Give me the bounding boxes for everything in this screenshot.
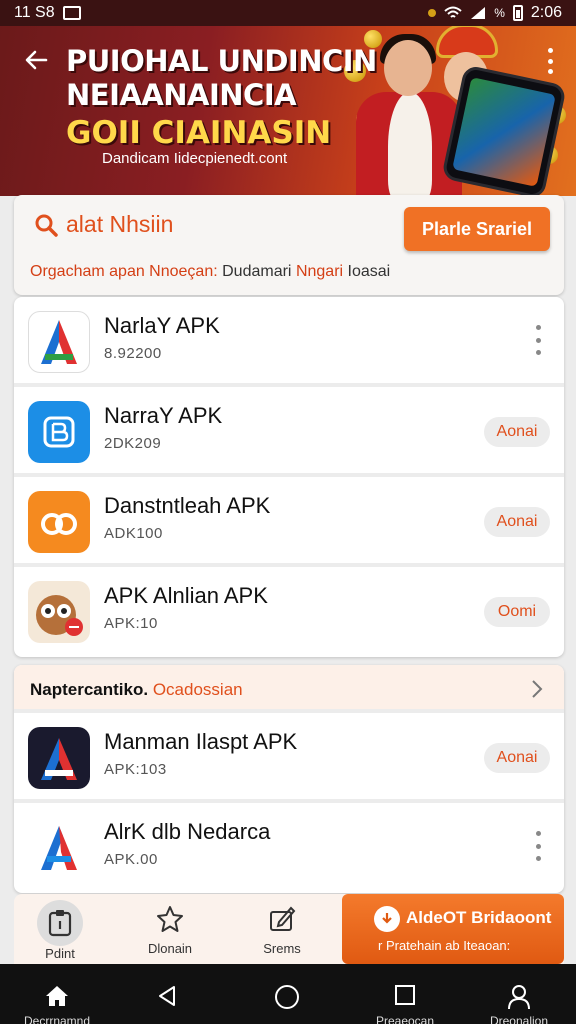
home-icon [46, 986, 68, 1006]
bottom-action-bar: Pdint Dlonain Srems AldeOT Bridaoont r P… [14, 894, 564, 964]
tab-label: Srems [263, 941, 301, 956]
nav-back[interactable] [112, 964, 222, 1024]
section-title-part1: Naptercantiko. [30, 680, 149, 699]
recommended-section: Naptercantiko. Ocadossian Manman Ilaspt … [14, 665, 564, 893]
letter-a-icon [28, 311, 90, 373]
banner-title-line2: NEIAANAINCIA [66, 78, 297, 112]
nav-profile[interactable]: Dreonalion [464, 964, 574, 1024]
smartphone-image [441, 64, 567, 196]
wifi-icon [444, 6, 462, 18]
app-meta: APK:103 [104, 761, 167, 778]
back-arrow-icon[interactable] [22, 46, 50, 74]
system-nav-bar: Decrrnamnd Preaeocan Dreonalion [0, 964, 576, 1024]
banner-title: PUIOHAL UNDINCIN NEIAANAINCIA GOII CIAIN… [66, 44, 377, 150]
app-meta: ADK100 [104, 525, 163, 542]
signal-icon [471, 7, 486, 19]
tab-dlonain[interactable]: Dlonain [130, 900, 210, 960]
notification-icon [428, 9, 437, 17]
kebab-menu-icon[interactable] [534, 325, 542, 355]
primary-cta-button[interactable]: AldeOT Bridaoont r Pratehain ab Iteaoan: [342, 894, 564, 964]
app-meta: 8.92200 [104, 345, 162, 362]
search-button[interactable]: Plarle Srariel [404, 207, 550, 251]
nav-recents-label: Preaeocan [375, 1014, 435, 1024]
recents-square-icon [395, 985, 415, 1005]
clipboard-icon [37, 900, 83, 946]
nav-profile-label: Dreonalion [489, 1014, 549, 1024]
chevron-right-icon[interactable] [530, 679, 544, 705]
search-card: alat Nhsiin Plarle Srariel Orgacham apan… [14, 195, 564, 295]
app-meta: 2DK209 [104, 435, 162, 452]
more-options-icon[interactable] [546, 48, 554, 74]
square-b-icon [28, 401, 90, 463]
app-name: Manman Ilaspt APK [104, 729, 298, 754]
list-item[interactable]: AlrK dlb Nedarca APK.00 [14, 803, 564, 893]
cta-title: AldeOT Bridaoont [406, 908, 552, 927]
star-icon [157, 906, 183, 932]
gallery-icon [62, 6, 81, 20]
search-hint: Orgacham apan Nnoeçan: Dudamari Nngari I… [30, 263, 390, 281]
app-name: NarraY APK [104, 403, 223, 428]
banner-title-line3: GOII CIAINASIN [66, 115, 332, 151]
banner-url: Dandicam Iidecpienedt.cont [102, 150, 288, 167]
list-item[interactable]: Danstntleah APK ADK100 Aonai [14, 477, 564, 567]
tab-srems[interactable]: Srems [242, 900, 322, 960]
circle-home-icon [275, 985, 299, 1009]
app-meta: APK:10 [104, 615, 158, 632]
nav-home[interactable]: Decrrnamnd [2, 964, 112, 1024]
app-name: NarlaY APK [104, 313, 220, 338]
list-item[interactable]: NarlaY APK 8.92200 [14, 297, 564, 387]
status-left-text: 11 S8 [14, 4, 55, 21]
status-time: 2:06 [530, 4, 562, 21]
list-item[interactable]: APK Alnlian APK APK:10 Oomi [14, 567, 564, 657]
hint-part2: Dudamari [222, 263, 292, 280]
app-action-button[interactable]: Oomi [484, 597, 550, 627]
battery-percent: % [494, 6, 505, 20]
section-title-part2: Ocadossian [152, 680, 243, 699]
banner-title-line1: PUIOHAL UNDINCIN [66, 44, 377, 78]
section-header[interactable]: Naptercantiko. Ocadossian [14, 665, 564, 713]
nav-home-label: Decrrnamnd [23, 1014, 91, 1024]
edit-icon [270, 906, 296, 931]
app-action-button[interactable]: Aonai [484, 417, 550, 447]
list-item[interactable]: Manman Ilaspt APK APK:103 Aonai [14, 713, 564, 803]
back-triangle-icon [159, 986, 175, 1006]
tab-pdint[interactable]: Pdint [20, 900, 100, 961]
tab-label: Dlonain [147, 941, 193, 956]
cta-subtitle: r Pratehain ab Iteaoan: [378, 938, 511, 953]
nav-home-circle[interactable] [232, 964, 342, 1024]
app-name: AlrK dlb Nedarca [104, 819, 271, 844]
battery-icon [512, 5, 523, 21]
dark-a-icon [28, 727, 90, 789]
orange-logo-icon [28, 491, 90, 553]
app-action-button[interactable]: Aonai [484, 507, 550, 537]
section-title: Naptercantiko. Ocadossian [30, 680, 243, 700]
hint-part3: Nngari [295, 263, 344, 280]
owl-icon [28, 581, 90, 643]
tab-label: Pdint [45, 946, 75, 961]
search-label[interactable]: alat Nhsiin [66, 211, 173, 238]
app-action-button[interactable]: Aonai [484, 743, 550, 773]
hint-part4: Ioasai [347, 263, 391, 280]
nav-recents[interactable]: Preaeocan [350, 964, 460, 1024]
status-bar: 11 S8 % 2:06 [0, 0, 576, 26]
blue-red-a-icon [28, 817, 90, 879]
hint-part1: Orgacham apan Nnoeçan: [30, 263, 218, 280]
app-meta: APK.00 [104, 851, 158, 868]
download-icon [374, 906, 400, 932]
app-name: Danstntleah APK [104, 493, 271, 518]
person-shirt [388, 92, 432, 196]
promo-banner: PUIOHAL UNDINCIN NEIAANAINCIA GOII CIAIN… [0, 26, 576, 196]
person-face [384, 40, 432, 96]
search-icon[interactable] [34, 213, 58, 237]
list-item[interactable]: NarraY APK 2DK209 Aonai [14, 387, 564, 477]
kebab-menu-icon[interactable] [534, 831, 542, 861]
app-name: APK Alnlian APK [104, 583, 268, 608]
app-list: NarlaY APK 8.92200 NarraY APK 2DK209 Aon… [14, 297, 564, 657]
person-icon [508, 985, 530, 1010]
